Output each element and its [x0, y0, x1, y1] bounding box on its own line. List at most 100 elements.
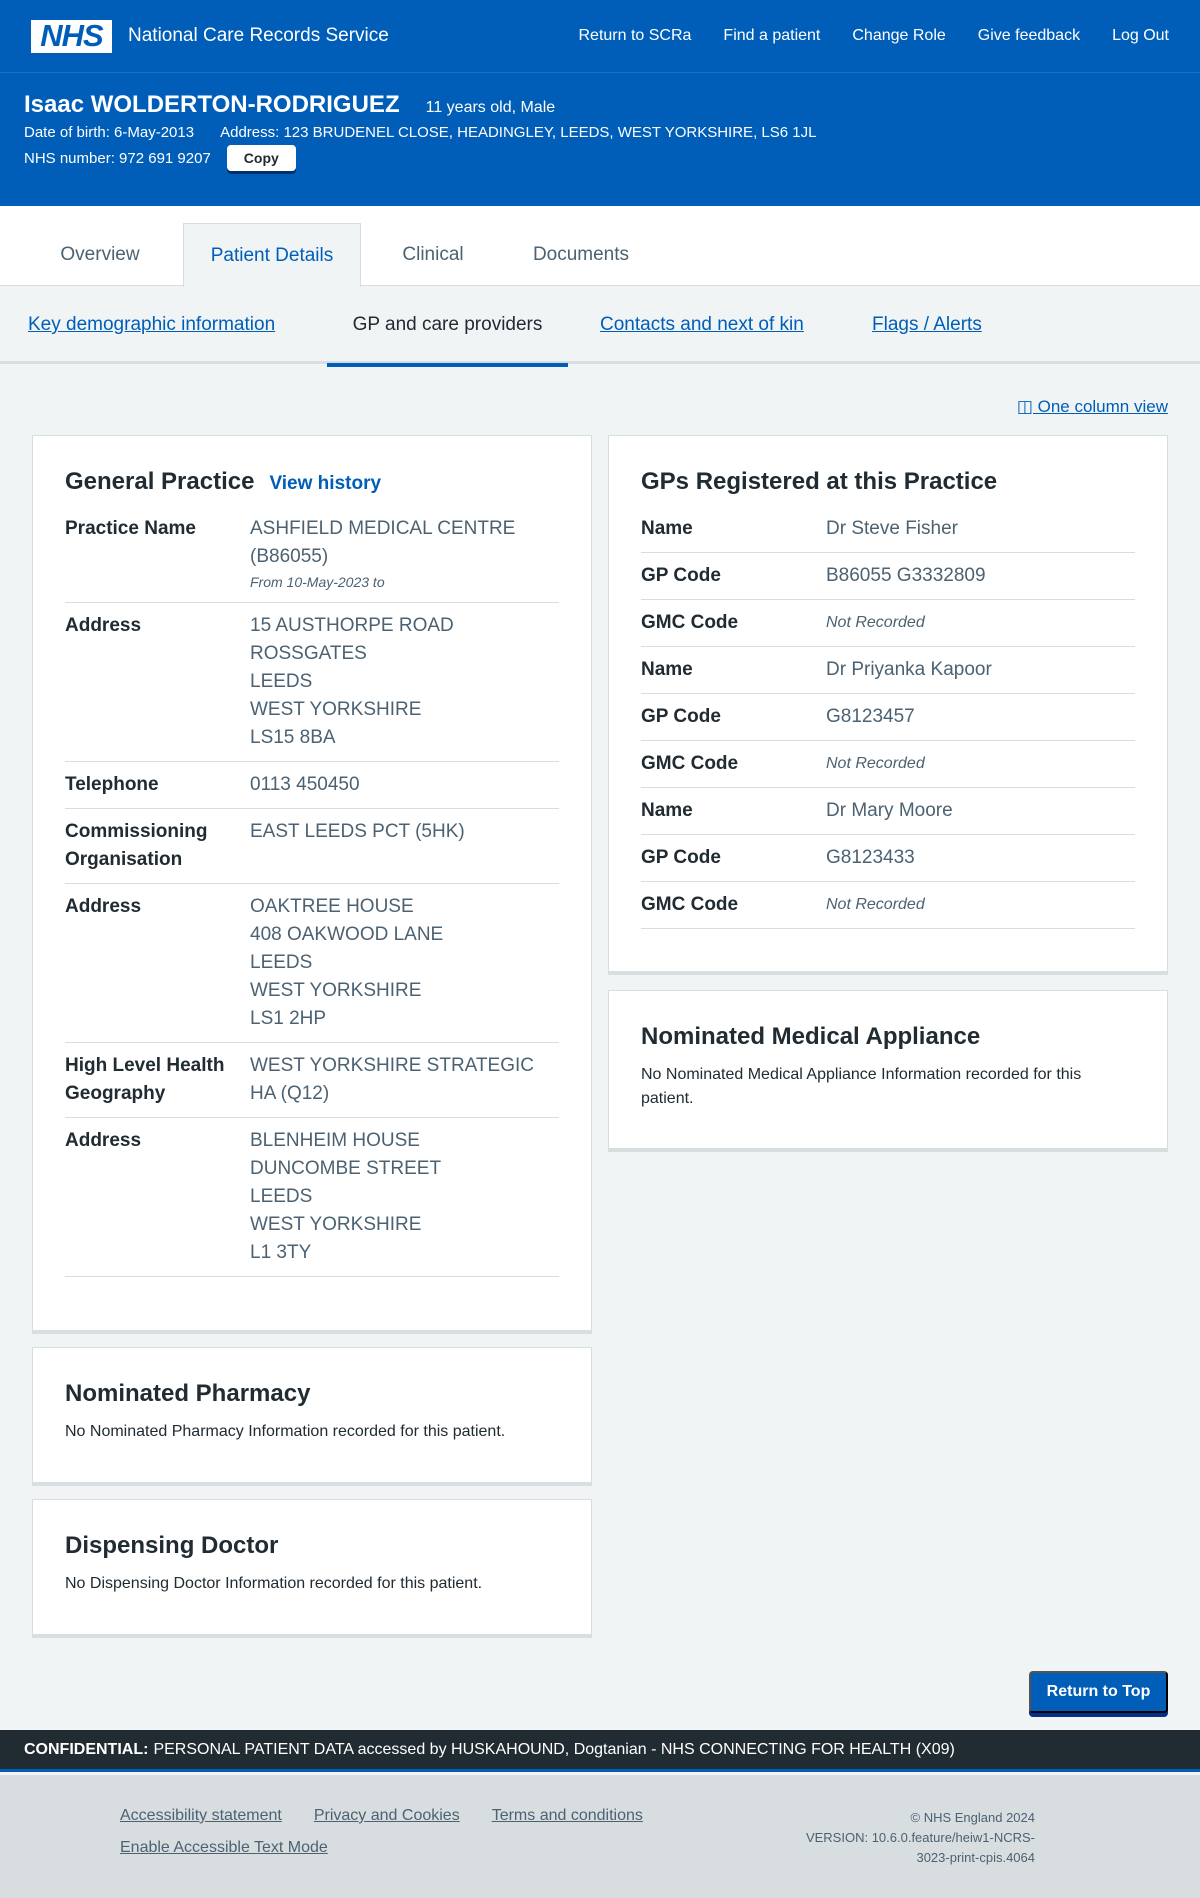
nav-change-role[interactable]: Change Role	[852, 27, 945, 45]
nav-return-to-scra[interactable]: Return to SCRa	[578, 27, 691, 45]
value-line: LEEDS	[250, 671, 313, 692]
row-key: Address	[65, 615, 142, 636]
gmc-code: Not Recorded	[826, 896, 925, 913]
view-history-link[interactable]: View history	[269, 473, 381, 495]
tab-clinical[interactable]: Clinical	[368, 224, 498, 286]
patient-nhs-number: NHS number: 972 691 9207	[24, 149, 211, 167]
value-line: 15 AUSTHORPE ROAD	[250, 615, 454, 636]
gp-code: G8123457	[826, 706, 915, 727]
row-key: Name	[641, 659, 693, 680]
row-key: GP Code	[641, 847, 721, 868]
tab-patient-details[interactable]: Patient Details	[183, 223, 361, 287]
row-value: EAST LEEDS PCT (5HK)	[250, 818, 559, 874]
value-line: DUNCOMBE STREET	[250, 1158, 442, 1179]
row-value: BLENHEIM HOUSE DUNCOMBE STREET LEEDS WES…	[250, 1127, 559, 1267]
row-key: GMC Code	[641, 894, 739, 915]
row-value: WEST YORKSHIRE STRATEGIC HA (Q12)	[250, 1052, 559, 1108]
health-geography-row: High Level Health Geography WEST YORKSHI…	[65, 1043, 559, 1118]
patient-name: Isaac WOLDERTON-RODRIGUEZ	[24, 91, 400, 118]
row-key: Address	[65, 896, 142, 917]
value-line: LEEDS	[250, 1186, 313, 1207]
row-key: Address	[65, 1130, 142, 1151]
service-name[interactable]: National Care Records Service	[128, 25, 389, 47]
value-line: WEST YORKSHIRE	[250, 699, 422, 720]
value-line: LS15 8BA	[250, 727, 336, 748]
nav-find-patient[interactable]: Find a patient	[723, 27, 820, 45]
row-key: Commissioning Organisation	[65, 821, 208, 870]
general-practice-title: General Practice	[65, 468, 255, 495]
main-tabs: Overview Patient Details Clinical Docume…	[0, 206, 1200, 287]
gp-name: Dr Steve Fisher	[826, 518, 958, 539]
top-navigation: Return to SCRa Find a patient Change Rol…	[578, 27, 1169, 45]
footer-link-terms[interactable]: Terms and conditions	[492, 1807, 643, 1825]
footer-link-accessibility[interactable]: Accessibility statement	[120, 1807, 282, 1825]
commissioning-org-row: Commissioning Organisation EAST LEEDS PC…	[65, 809, 559, 884]
patient-dob: Date of birth: 6-May-2013	[24, 124, 195, 141]
gp-name: Dr Priyanka Kapoor	[826, 659, 992, 680]
gmc-code-row: GMC Code Not Recorded	[641, 741, 1135, 788]
row-key: GMC Code	[641, 612, 739, 633]
subtab-flags-alerts[interactable]: Flags / Alerts	[872, 286, 982, 364]
row-key: GMC Code	[641, 753, 739, 774]
subtab-contacts-next-of-kin[interactable]: Contacts and next of kin	[600, 286, 804, 364]
gp-code-row: GP Code B86055 G3332809	[641, 553, 1135, 600]
confidential-text: PERSONAL PATIENT DATA accessed by HUSKAH…	[153, 1740, 955, 1758]
dispensing-doctor-text: No Dispensing Doctor Information recorde…	[65, 1575, 483, 1592]
gmc-code-row: GMC Code Not Recorded	[641, 882, 1135, 929]
footer-links: Accessibility statement Privacy and Cook…	[120, 1807, 680, 1857]
gp-code: G8123433	[826, 847, 915, 868]
row-key: Practice Name	[65, 518, 196, 539]
gps-registered-list: Name Dr Steve Fisher GP Code B86055 G33328…	[641, 506, 1135, 929]
value-line: WEST YORKSHIRE	[250, 1214, 422, 1235]
value-line: (B86055)	[250, 546, 329, 567]
row-value: OAKTREE HOUSE 408 OAKWOOD LANE LEEDS WES…	[250, 893, 559, 1033]
gp-name-row: Name Dr Priyanka Kapoor	[641, 647, 1135, 694]
commissioning-address-row: Address OAKTREE HOUSE 408 OAKWOOD LANE L…	[65, 884, 559, 1043]
row-key: High Level Health Geography	[65, 1055, 225, 1104]
tab-overview[interactable]: Overview	[24, 224, 176, 286]
gps-registered-title: GPs Registered at this Practice	[641, 468, 998, 495]
return-to-top-button[interactable]: Return to Top	[1029, 1671, 1168, 1713]
subtab-gp-care-providers[interactable]: GP and care providers	[327, 286, 568, 367]
dispensing-doctor-title: Dispensing Doctor	[65, 1532, 279, 1559]
value-line: OAKTREE HOUSE	[250, 896, 414, 917]
nominated-pharmacy-card: Nominated Pharmacy No Nominated Pharmacy…	[32, 1347, 592, 1486]
tab-documents[interactable]: Documents	[505, 224, 657, 286]
health-geography-address-row: Address BLENHEIM HOUSE DUNCOMBE STREET L…	[65, 1118, 559, 1277]
value-line: WEST YORKSHIRE STRATEGIC	[250, 1055, 534, 1076]
telephone-row: Telephone 0113 450450	[65, 762, 559, 809]
value-line: LS1 2HP	[250, 1008, 327, 1029]
row-key: Name	[641, 518, 693, 539]
row-key: GP Code	[641, 706, 721, 727]
nhs-logo[interactable]: NHS	[31, 18, 112, 53]
value-line: ROSSGATES	[250, 643, 367, 664]
nav-give-feedback[interactable]: Give feedback	[978, 27, 1080, 45]
dispensing-doctor-card: Dispensing Doctor No Dispensing Doctor I…	[32, 1499, 592, 1638]
value-line: ASHFIELD MEDICAL CENTRE	[250, 518, 516, 539]
patient-age-sex: 11 years old, Male	[425, 99, 556, 116]
value-line: BLENHEIM HOUSE	[250, 1130, 420, 1151]
version: VERSION: 10.6.0.feature/heiw1-NCRS-3023-…	[805, 1830, 1035, 1865]
copy-nhs-number-button[interactable]: Copy	[226, 145, 296, 171]
nominated-pharmacy-title: Nominated Pharmacy	[65, 1380, 311, 1407]
confidential-label: CONFIDENTIAL:	[24, 1740, 149, 1758]
general-practice-card: General Practice View history Practice N…	[32, 435, 592, 1334]
footer-link-privacy[interactable]: Privacy and Cookies	[314, 1807, 460, 1825]
value-line: LEEDS	[250, 952, 313, 973]
row-value: ASHFIELD MEDICAL CENTRE (B86055) From 10…	[250, 515, 559, 593]
gmc-code: Not Recorded	[826, 614, 925, 631]
gp-name-row: Name Dr Steve Fisher	[641, 506, 1135, 553]
sub-tabs: Key demographic information GP and care …	[0, 286, 1200, 367]
nominated-appliance-text: No Nominated Medical Appliance Informati…	[641, 1066, 1082, 1107]
copyright: © NHS England 2024	[910, 1810, 1036, 1825]
gp-name: Dr Mary Moore	[826, 800, 953, 821]
footer-link-accessible-text-mode[interactable]: Enable Accessible Text Mode	[120, 1839, 328, 1857]
row-value: 15 AUSTHORPE ROAD ROSSGATES LEEDS WEST Y…	[250, 612, 559, 752]
subtab-key-demographic[interactable]: Key demographic information	[28, 286, 275, 364]
gps-registered-card: GPs Registered at this Practice Name Dr S…	[608, 435, 1168, 975]
top-header: NHS National Care Records Service Return…	[0, 0, 1200, 72]
value-line: 408 OAKWOOD LANE	[250, 924, 444, 945]
one-column-view-link[interactable]: ◫ One column view	[1017, 397, 1168, 417]
nav-log-out[interactable]: Log Out	[1112, 27, 1169, 45]
patient-address: Address: 123 BRUDENEL CLOSE, HEADINGLEY,…	[220, 124, 817, 141]
